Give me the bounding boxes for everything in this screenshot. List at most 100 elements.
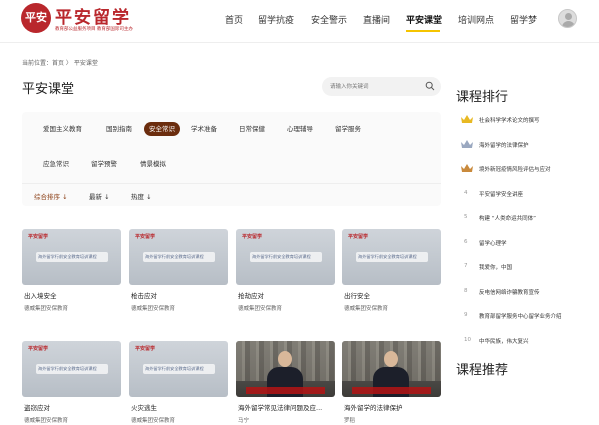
course-title[interactable]: 出入境安全 [24, 290, 121, 300]
course-card[interactable]: 平安留学 海外留学行前安全教育培训课程 枪击应对 德威集团安保教育 [129, 229, 228, 313]
site-header: 平安 平安留学 教育部公益服务项目 教育部国际司主办 首页 留学抗疫 安全警示 … [0, 0, 599, 42]
crown-icon [461, 164, 473, 172]
filter-tag-study-service[interactable]: 留学服务 [335, 122, 361, 136]
ranking-label[interactable]: 教育部留学服务中心留学业务介绍 [479, 312, 599, 320]
course-title[interactable]: 海外留学的法律保护 [344, 402, 441, 412]
search-input[interactable] [330, 81, 420, 92]
course-card[interactable]: 平安留学 海外留学行前安全教育培训课程出行安全德威集团安保教育 [342, 229, 441, 313]
course-thumbnail[interactable]: 平安留学海外留学行前安全教育培训课程 [129, 229, 228, 285]
filter-tag-safety-knowledge[interactable]: 安全常识 [144, 122, 180, 136]
thumbnail-logo: 平安留学 [135, 234, 156, 240]
ranking-label[interactable]: 留学心理学 [479, 239, 599, 247]
presenter-head [278, 351, 292, 367]
video-caption-bar [352, 387, 431, 394]
filter-tag-scenario-sim[interactable]: 情景模拟 [140, 157, 166, 171]
filter-tag-patriotism[interactable]: 爱国主义教育 [43, 122, 82, 136]
course-card[interactable]: 平安留学 海外留学行前安全教育培训课程 出入境安全 德威集团安保教育 [22, 229, 121, 313]
course-card[interactable]: 平安留学海外留学行前安全教育培训课程盗窃应对德威集团安保教育 [22, 341, 121, 425]
search-box [322, 77, 441, 96]
ranking-item[interactable]: 境外新冠疫情风险评估与应对 [460, 163, 595, 177]
nav-item-training-sites[interactable]: 培训网点 [458, 13, 494, 26]
sort-comprehensive[interactable]: 综合排序 ↓ [34, 191, 68, 201]
course-card[interactable]: 海外留学的法律保护 罗稻 [342, 341, 441, 425]
course-author: 德威集团安保教育 [238, 306, 283, 312]
category-filter-panel [22, 112, 441, 206]
ranking-item[interactable]: 5 构建 “人类命运共同体” [460, 212, 595, 226]
ranking-label[interactable]: 反电信网络诈骗教育宣传 [479, 288, 599, 296]
avatar-body-shape [562, 21, 575, 27]
sort-popularity[interactable]: 热度 ↓ [131, 191, 152, 201]
header-divider [0, 42, 599, 43]
course-card[interactable]: 海外留学常见法律问题及应... 马宁 [236, 341, 335, 425]
course-title[interactable]: 出行安全 [344, 290, 441, 300]
crown-icon [461, 139, 473, 148]
ranking-label[interactable]: 海外留学的法律保护 [479, 141, 599, 149]
course-title[interactable]: 枪击应对 [131, 290, 228, 300]
thumbnail-banner-text: 海外留学行前安全教育培训课程 [145, 366, 204, 371]
course-thumbnail[interactable]: 平安留学海外留学行前安全教育培训课程 [22, 229, 121, 285]
nav-item-safety-class[interactable]: 平安课堂 [406, 13, 442, 26]
course-author: 德威集团安保教育 [344, 306, 389, 312]
nav-item-study-dream[interactable]: 留学梦 [510, 13, 537, 26]
nav-active-indicator [406, 30, 440, 32]
nav-item-study-anti-epidemic[interactable]: 留学抗疫 [258, 13, 294, 26]
filter-tag-daily-health[interactable]: 日常保健 [239, 122, 265, 136]
ranking-item[interactable]: 4 平安留学安全讲座 [460, 188, 595, 202]
course-thumbnail[interactable]: 平安留学海外留学行前安全教育培训课程 [236, 229, 335, 285]
course-thumbnail[interactable] [236, 341, 335, 397]
nav-item-live-room[interactable]: 直播间 [363, 13, 390, 26]
ranking-item[interactable]: 10 中华民族，伟大复兴 [460, 335, 595, 349]
course-author: 德威集团安保教育 [24, 418, 69, 424]
course-title[interactable]: 火灾逃生 [131, 402, 228, 412]
nav-item-safety-alerts[interactable]: 安全警示 [311, 13, 347, 26]
filter-tag-psych-counsel[interactable]: 心理辅导 [287, 122, 313, 136]
course-thumbnail[interactable]: 平安留学海外留学行前安全教育培训课程 [22, 341, 121, 397]
ranking-item[interactable]: 8 反电信网络诈骗教育宣传 [460, 286, 595, 300]
filter-tag-academic-prep[interactable]: 学术准备 [191, 122, 217, 136]
logo-subtitle: 教育部公益服务项目 教育部国际司主办 [55, 27, 133, 32]
course-title[interactable]: 海外留学常见法律问题及应... [238, 402, 335, 412]
course-author: 德威集团安保教育 [131, 418, 176, 424]
course-thumbnail[interactable] [342, 341, 441, 397]
ranking-label[interactable]: 境外新冠疫情风险评估与应对 [479, 165, 599, 173]
thumbnail-banner-text: 海外留学行前安全教育培训课程 [38, 366, 97, 371]
course-thumbnail[interactable]: 平安留学 海外留学行前安全教育培训课程 [342, 229, 441, 285]
ranking-number: 9 [464, 312, 468, 318]
ranking-label[interactable]: 平安留学安全讲座 [479, 190, 599, 198]
sort-newest[interactable]: 最新 ↓ [89, 191, 110, 201]
course-title[interactable]: 抢劫应对 [238, 290, 335, 300]
ranking-item[interactable]: 海外留学的法律保护 [460, 139, 595, 153]
ranking-label[interactable]: 中华民族，伟大复兴 [479, 337, 599, 345]
thumbnail-logo: 平安留学 [28, 346, 49, 352]
ranking-label[interactable]: 社会科学学术论文的撰写 [479, 116, 599, 124]
ranking-number: 6 [464, 238, 468, 245]
ranking-item[interactable]: 社会科学学术论文的撰写 [460, 114, 595, 128]
ranking-number: 5 [464, 214, 468, 220]
course-title[interactable]: 盗窃应对 [24, 402, 121, 412]
avatar-head-shape [565, 13, 572, 20]
nav-item-home[interactable]: 首页 [225, 13, 243, 26]
filter-tag-study-warning[interactable]: 留学预警 [91, 157, 117, 171]
thumbnail-logo: 平安留学 [28, 234, 49, 240]
course-thumbnail[interactable]: 平安留学 海外留学行前安全教育培训课程 [129, 341, 228, 397]
course-author: 马宁 [238, 418, 250, 424]
ranking-label[interactable]: 构建 “人类命运共同体” [479, 214, 599, 222]
thumbnail-banner-text: 海外留学行前安全教育培训课程 [252, 254, 311, 259]
search-icon[interactable] [425, 81, 435, 91]
ranking-label[interactable]: 我爱你，中国 [479, 263, 599, 271]
filter-tag-country-guide[interactable]: 国别指南 [106, 122, 132, 136]
user-avatar[interactable] [558, 9, 577, 28]
filter-tag-emergency[interactable]: 应急常识 [43, 157, 69, 171]
site-logo[interactable]: 平安 平安留学 教育部公益服务项目 教育部国际司主办 [21, 3, 141, 37]
ranking-item[interactable]: 9 教育部留学服务中心留学业务介绍 [460, 310, 595, 324]
thumbnail-banner-text: 海外留学行前安全教育培训课程 [38, 254, 97, 259]
thumbnail-banner-text: 海外留学行前安全教育培训课程 [145, 254, 204, 259]
sort-divider [22, 183, 441, 184]
page-title: 平安课堂 [22, 82, 75, 97]
ranking-item[interactable]: 7 我爱你，中国 [460, 261, 595, 275]
course-card[interactable]: 平安留学海外留学行前安全教育培训课程抢劫应对德威集团安保教育 [236, 229, 335, 313]
ranking-number: 10 [464, 336, 471, 343]
ranking-item[interactable]: 6 留学心理学 [460, 237, 595, 251]
thumbnail-logo: 平安留学 [242, 234, 263, 240]
course-card[interactable]: 平安留学 海外留学行前安全教育培训课程火灾逃生德威集团安保教育 [129, 341, 228, 425]
